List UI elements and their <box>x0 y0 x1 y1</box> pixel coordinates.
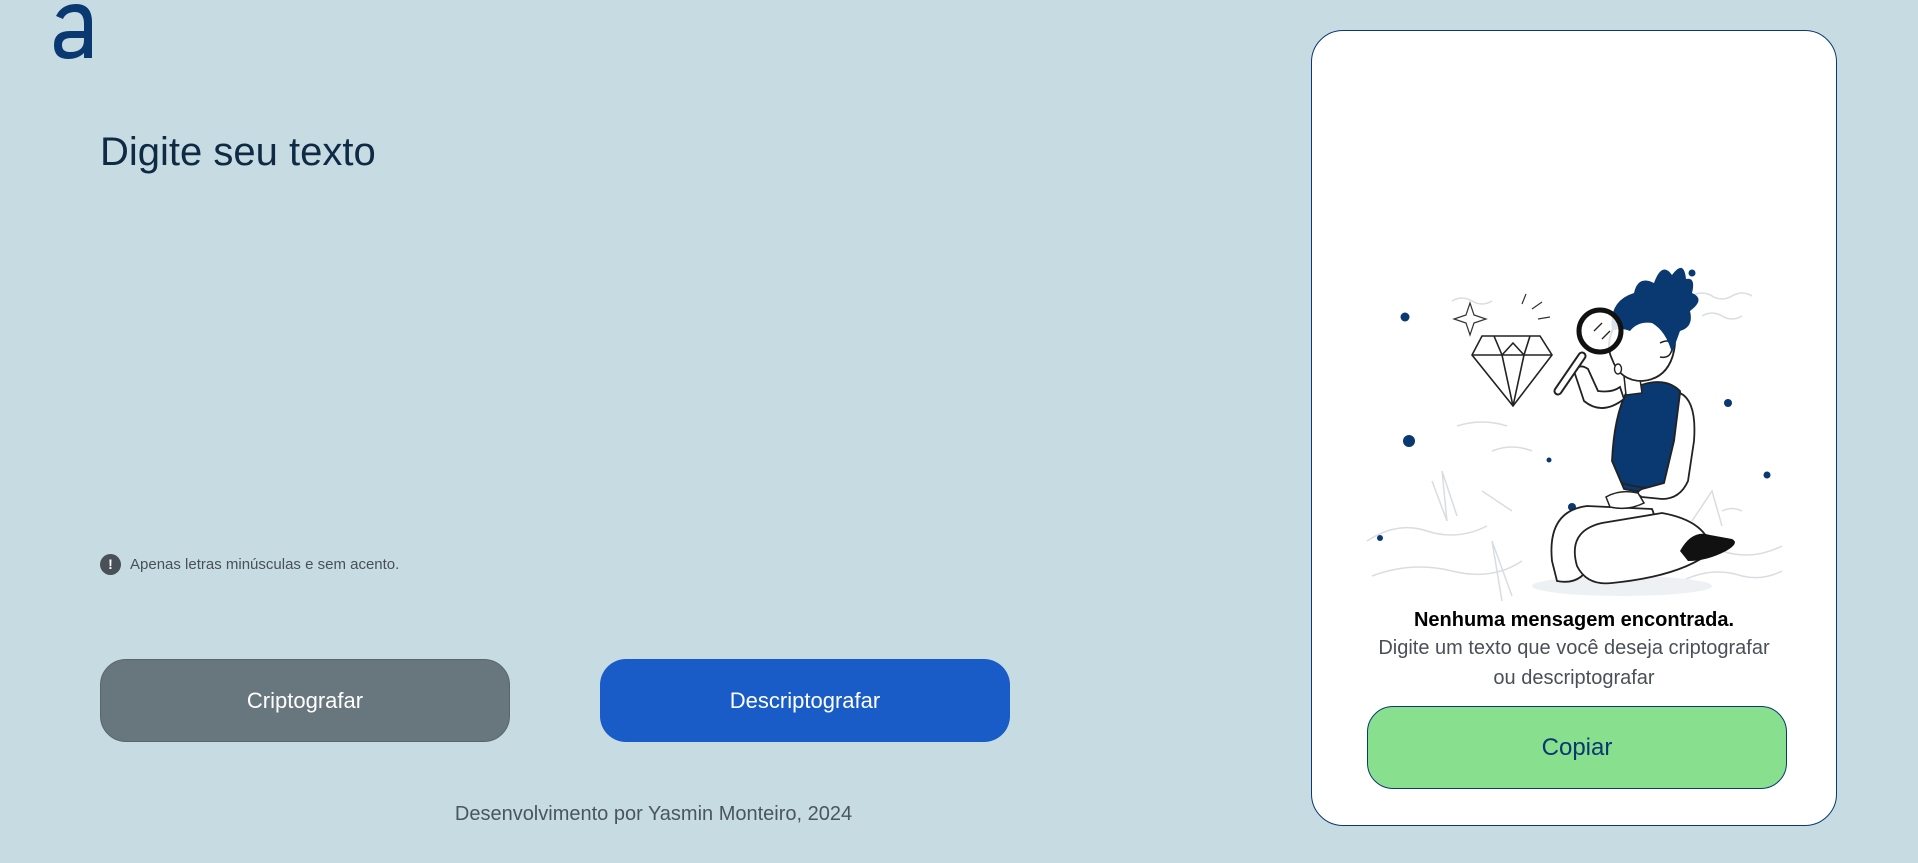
empty-state-subtitle: Digite um texto que você deseja criptogr… <box>1378 637 1770 689</box>
copy-button[interactable]: Copiar <box>1367 706 1787 789</box>
footer-credit: Desenvolvimento por Yasmin Monteiro, 202… <box>454 803 853 825</box>
exclamation-circle-icon: ! <box>100 553 121 575</box>
encrypt-button[interactable]: Criptografar <box>100 659 510 742</box>
output-panel: Nenhuma mensagem encontrada. Digite um t… <box>1311 30 1837 826</box>
input-hint: ! Apenas letras minúsculas e sem acento. <box>100 553 399 575</box>
page: ! Apenas letras minúsculas e sem acento.… <box>0 0 1918 863</box>
search-illustration <box>1366 267 1783 602</box>
empty-state-title: Nenhuma mensagem encontrada. <box>1413 609 1735 631</box>
hint-text: Apenas letras minúsculas e sem acento. <box>130 555 400 573</box>
decrypt-button[interactable]: Descriptografar <box>600 659 1010 742</box>
alura-logo <box>54 4 92 59</box>
message-input[interactable] <box>100 130 1250 530</box>
